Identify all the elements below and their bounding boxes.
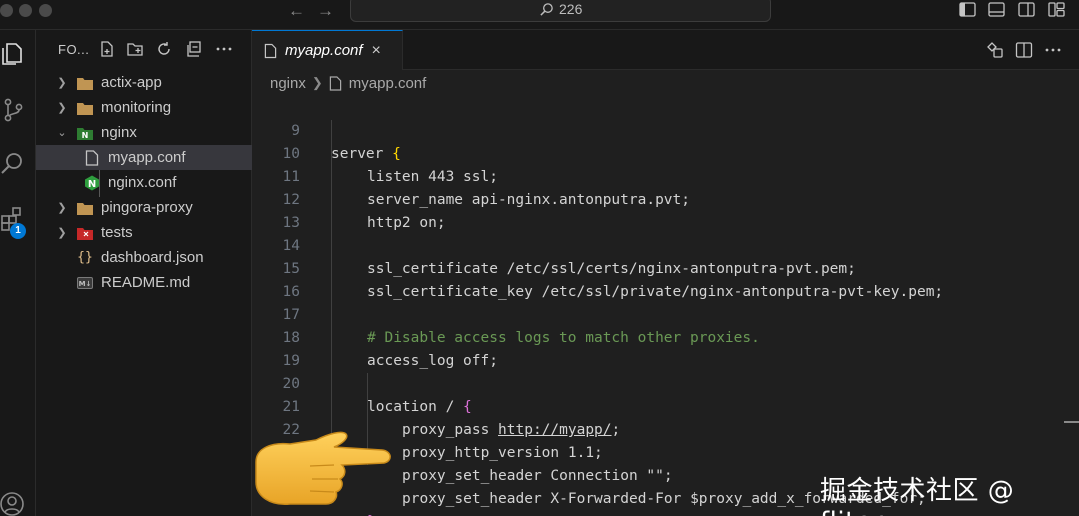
code-line: 13 xyxy=(252,189,1079,231)
new-folder-icon[interactable] xyxy=(126,40,144,58)
tree-item-monitoring[interactable]: ❯ monitoring xyxy=(36,95,252,120)
tree-item-dashboard-json[interactable]: {} dashboard.json xyxy=(36,245,252,270)
folder-icon xyxy=(77,200,93,216)
nginx-file-icon: N xyxy=(84,175,100,191)
tree-item-label: nginx xyxy=(101,124,137,141)
svg-text:N: N xyxy=(82,131,89,140)
new-file-icon[interactable] xyxy=(98,40,116,58)
test-folder-icon xyxy=(77,225,93,241)
tree-item-myapp-conf[interactable]: myapp.conf xyxy=(36,145,252,170)
tree-item-nginx[interactable]: ⌄ N nginx xyxy=(36,120,252,145)
back-arrow-icon[interactable]: ← xyxy=(288,0,305,22)
tab-label: myapp.conf xyxy=(285,42,363,59)
tree-item-label: actix-app xyxy=(101,74,162,91)
toggle-panel-icon[interactable] xyxy=(988,2,1005,17)
json-icon: {} xyxy=(77,250,93,265)
tree-item-label: README.md xyxy=(101,274,191,291)
source-control-icon[interactable] xyxy=(0,96,28,124)
tree-item-label: tests xyxy=(101,224,133,241)
explorer-sidebar: FO... ❯ actix-app ❯ monitoring ⌄ N nginx… xyxy=(36,30,252,516)
file-icon xyxy=(84,149,100,166)
tree-item-label: monitoring xyxy=(101,99,172,116)
window-minimize-button[interactable] xyxy=(19,4,32,17)
close-icon[interactable]: × xyxy=(372,42,381,60)
open-changes-icon[interactable] xyxy=(986,41,1004,59)
folder-icon xyxy=(77,75,93,91)
extensions-badge: 1 xyxy=(10,223,26,239)
tree-item-label: dashboard.json xyxy=(101,249,204,266)
refresh-icon[interactable] xyxy=(155,40,173,58)
split-editor-icon[interactable] xyxy=(1015,41,1033,59)
watermark: 掘金技术社区 @ fliter xyxy=(820,476,1015,516)
customize-layout-icon[interactable] xyxy=(1048,2,1065,17)
explorer-header: FO... xyxy=(36,30,252,70)
tree-item-label: myapp.conf xyxy=(108,149,186,166)
code-line: 9 server { xyxy=(252,97,1079,162)
code-line: 17 # Disable access logs to match other … xyxy=(252,281,1079,346)
chevron-right-icon: ❯ xyxy=(57,227,67,239)
code-line: 22 proxy_http_version 1.1; xyxy=(252,396,1079,461)
code-line: 21 proxy_pass http://myapp/; xyxy=(252,373,1079,438)
scrollbar-marker[interactable] xyxy=(1064,421,1079,423)
file-icon xyxy=(264,43,277,58)
code-line: 19 xyxy=(252,327,1079,369)
tab-myapp-conf[interactable]: myapp.conf × xyxy=(252,30,403,70)
explorer-icon[interactable] xyxy=(0,40,28,68)
accounts-icon[interactable] xyxy=(0,488,28,516)
breadcrumb: nginx ❯ myapp.conf xyxy=(252,70,1079,96)
search-icon xyxy=(540,2,553,16)
tree-item-nginx-conf[interactable]: N nginx.conf xyxy=(36,170,252,195)
search-icon[interactable] xyxy=(0,150,28,178)
tree-item-pingora-proxy[interactable]: ❯ pingora-proxy xyxy=(36,195,252,220)
code-line: 15 ssl_certificate_key /etc/ssl/private/… xyxy=(252,235,1079,300)
file-icon xyxy=(329,75,341,91)
tree-item-tests[interactable]: ❯ tests xyxy=(36,220,252,245)
tree-item-actix-app[interactable]: ❯ actix-app xyxy=(36,70,252,95)
explorer-title: FO... xyxy=(58,42,90,57)
code-line: 12 http2 on; xyxy=(252,166,1079,231)
code-line: 18 access_log off; xyxy=(252,304,1079,369)
chevron-right-icon: ❯ xyxy=(57,102,67,114)
window-maximize-button[interactable] xyxy=(39,4,52,17)
markdown-icon: M↓ xyxy=(77,275,93,291)
command-center-text: 226 xyxy=(559,1,583,17)
svg-text:M↓: M↓ xyxy=(79,280,92,288)
chevron-right-icon: ❯ xyxy=(57,202,67,214)
chevron-down-icon: ⌄ xyxy=(57,127,67,139)
pointing-hand-icon xyxy=(255,431,391,505)
tree-item-readme-md[interactable]: M↓ README.md xyxy=(36,270,252,295)
code-line: 16 xyxy=(252,258,1079,300)
forward-arrow-icon[interactable]: → xyxy=(317,0,334,22)
command-center[interactable]: 226 xyxy=(350,0,771,22)
chevron-right-icon: ❯ xyxy=(311,75,323,90)
nginx-folder-icon: N xyxy=(77,125,93,141)
tab-bar: myapp.conf × xyxy=(252,30,1079,70)
tree-item-label: pingora-proxy xyxy=(101,199,193,216)
window-close-button[interactable] xyxy=(0,4,13,17)
breadcrumb-file[interactable]: myapp.conf xyxy=(349,75,427,92)
code-line: 10 listen 443 ssl; xyxy=(252,120,1079,185)
breadcrumb-folder[interactable]: nginx xyxy=(270,75,306,92)
more-actions-icon[interactable] xyxy=(1044,41,1062,59)
code-line: 14 ssl_certificate /etc/ssl/certs/nginx-… xyxy=(252,212,1079,277)
svg-text:N: N xyxy=(88,179,96,190)
toggle-secondary-sidebar-icon[interactable] xyxy=(1018,2,1035,17)
title-bar: ← → 226 xyxy=(0,0,1079,30)
code-line: 11 server_name api-nginx.antonputra.pvt; xyxy=(252,143,1079,208)
tree-item-label: nginx.conf xyxy=(108,174,177,191)
collapse-all-icon[interactable] xyxy=(185,40,203,58)
activity-bar: 1 xyxy=(0,30,36,516)
chevron-right-icon: ❯ xyxy=(57,77,67,89)
code-line: 20 location / { xyxy=(252,350,1079,415)
more-icon[interactable] xyxy=(215,40,233,58)
folder-icon xyxy=(77,100,93,116)
toggle-sidebar-icon[interactable] xyxy=(959,2,976,17)
